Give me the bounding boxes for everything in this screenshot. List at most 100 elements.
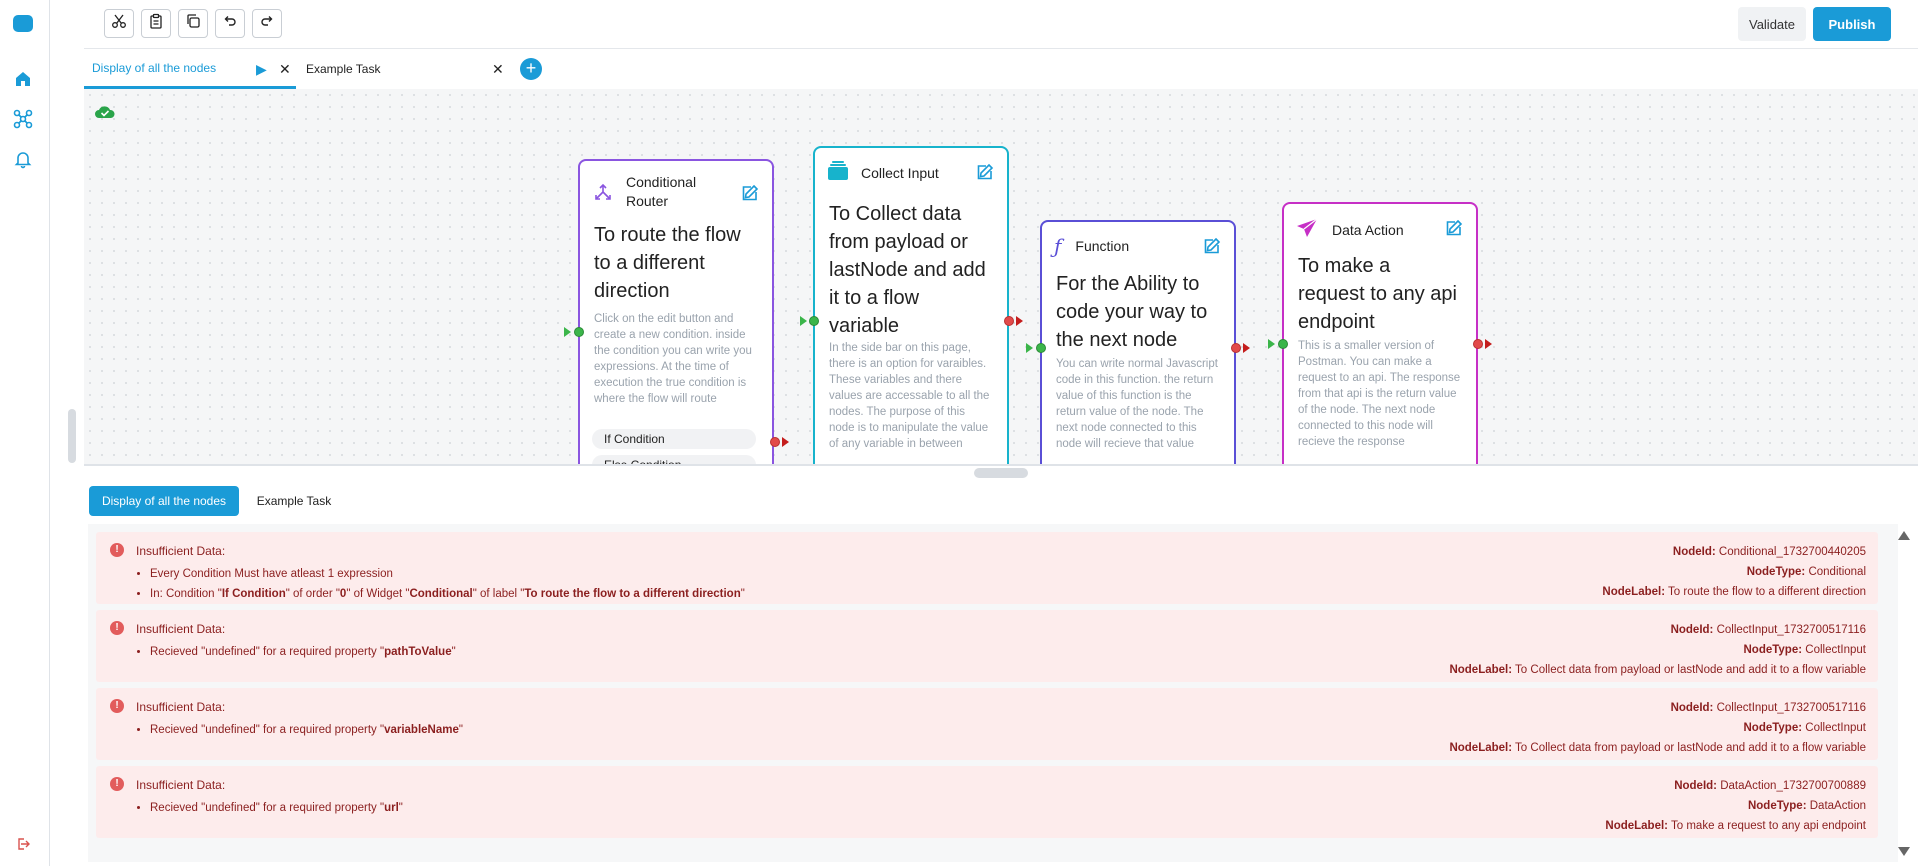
error-item: In: Condition "If Condition" of order "0…: [150, 584, 745, 604]
error-item: Recieved "undefined" for a required prop…: [150, 642, 456, 662]
edit-icon[interactable]: [740, 183, 760, 203]
tab-display-all-nodes[interactable]: Display of all the nodes ▶ ✕: [84, 49, 296, 89]
input-port[interactable]: [1036, 343, 1046, 353]
error-title: Insufficient Data:: [136, 700, 226, 714]
app-logo-icon[interactable]: [13, 15, 33, 32]
sidebar: [0, 0, 50, 866]
node-type: NodeType: CollectInput: [1743, 722, 1866, 734]
flow-tabs: Display of all the nodes ▶ ✕ Example Tas…: [84, 49, 1918, 89]
output-arrow: [782, 437, 789, 447]
error-item: Every Condition Must have atleast 1 expr…: [150, 564, 745, 584]
input-arrow: [1026, 343, 1033, 353]
node-label: NodeLabel: To Collect data from payload …: [1449, 664, 1866, 676]
database-icon: [827, 160, 849, 187]
node-header: Conditional Router: [592, 173, 760, 211]
tab-example-task[interactable]: Example Task ✕: [298, 49, 504, 89]
home-icon[interactable]: [12, 68, 34, 90]
error-list: Recieved "undefined" for a required prop…: [150, 642, 456, 662]
publish-button[interactable]: Publish: [1813, 7, 1891, 41]
node-help-text: Click on the edit button and create a ne…: [594, 313, 752, 405]
flow-canvas[interactable]: Conditional Router To route the flow to …: [84, 89, 1918, 464]
output-arrow: [1016, 316, 1023, 326]
undo-button[interactable]: [215, 9, 245, 38]
error-list: Every Condition Must have atleast 1 expr…: [150, 564, 745, 604]
tab-display-all-nodes[interactable]: Display of all the nodes: [89, 486, 239, 516]
node-description: To route the flow to a different directi…: [594, 224, 741, 302]
node-title: Collect Input: [861, 165, 939, 181]
edit-icon[interactable]: [1444, 218, 1464, 238]
close-icon[interactable]: ✕: [279, 61, 291, 78]
cut-button[interactable]: [104, 9, 134, 38]
node-description: For the Ability to code your way to the …: [1056, 273, 1208, 351]
paste-button[interactable]: [141, 9, 171, 38]
error-icon: !: [110, 543, 124, 557]
input-port[interactable]: [574, 327, 584, 337]
error-item: Recieved "undefined" for a required prop…: [150, 798, 403, 818]
copy-button[interactable]: [178, 9, 208, 38]
error-card: ! Insufficient Data: Recieved "undefined" …: [96, 766, 1878, 838]
error-card: ! Insufficient Data: Recieved "undefined" …: [96, 610, 1878, 682]
node-label: NodeLabel: To make a request to any api …: [1605, 820, 1866, 832]
error-node-meta: NodeId: DataAction_1732700700889 NodeType…: [1605, 776, 1866, 836]
node-title: Function: [1075, 237, 1130, 254]
input-port[interactable]: [809, 316, 819, 326]
node-header: Data Action: [1296, 218, 1464, 243]
node-type: NodeType: Conditional: [1746, 566, 1866, 578]
error-title: Insufficient Data:: [136, 778, 226, 792]
output-port[interactable]: [770, 437, 780, 447]
node-label: NodeLabel: To route the flow to a differ…: [1602, 586, 1866, 598]
panel-splitter[interactable]: [84, 464, 1918, 466]
send-icon: [1296, 218, 1318, 243]
node-conditional-router[interactable]: Conditional Router To route the flow to …: [578, 159, 774, 464]
output-port[interactable]: [1004, 316, 1014, 326]
node-description: To make a request to any api endpoint: [1298, 255, 1457, 333]
scroll-up-arrow-icon[interactable]: [1898, 531, 1910, 540]
node-type: NodeType: CollectInput: [1743, 644, 1866, 656]
close-icon[interactable]: ✕: [492, 61, 504, 78]
condition-item[interactable]: If Condition: [592, 429, 756, 449]
copy-icon: [185, 13, 201, 34]
error-item: Recieved "undefined" for a required prop…: [150, 720, 463, 740]
condition-item[interactable]: Else Condition: [592, 455, 756, 464]
output-port[interactable]: [1473, 339, 1483, 349]
node-function[interactable]: ƒ Function For the Ability to code your …: [1040, 220, 1236, 464]
node-id: NodeId: Conditional_1732700440205: [1672, 546, 1866, 558]
node-type: NodeType: DataAction: [1747, 800, 1866, 812]
panel-resize-handle[interactable]: [974, 468, 1028, 478]
node-description: To Collect data from payload or lastNode…: [829, 203, 986, 337]
output-port[interactable]: [1231, 343, 1241, 353]
error-icon: !: [110, 621, 124, 635]
output-arrow: [1243, 343, 1250, 353]
bell-icon[interactable]: [12, 148, 34, 170]
plus-icon: +: [525, 58, 537, 78]
validation-errors-panel[interactable]: ! Insufficient Data: Every Condition Must …: [88, 524, 1898, 862]
error-title: Insufficient Data:: [136, 622, 226, 636]
node-title: Data Action: [1332, 222, 1404, 238]
play-icon[interactable]: ▶: [256, 61, 267, 78]
node-help-text: You can write normal Javascript code in …: [1056, 358, 1218, 450]
scissors-icon: [111, 13, 127, 34]
input-port[interactable]: [1278, 339, 1288, 349]
error-node-meta: NodeId: CollectInput_1732700517116 NodeTy…: [1449, 698, 1866, 758]
add-tab-button[interactable]: +: [520, 58, 542, 80]
sidebar-resize-handle[interactable]: [68, 409, 76, 463]
cloud-saved-icon: [94, 105, 116, 119]
flow-graph-icon[interactable]: [12, 108, 34, 130]
validation-tabs: Display of all the nodes Example Task: [84, 486, 1918, 520]
undo-icon: [223, 14, 237, 33]
output-arrow: [1485, 339, 1492, 349]
node-collect-input[interactable]: Collect Input To Collect data from paylo…: [813, 146, 1009, 464]
scroll-down-arrow-icon[interactable]: [1898, 847, 1910, 856]
node-data-action[interactable]: Data Action To make a request to any api…: [1282, 202, 1478, 464]
node-help-text: This is a smaller version of Postman. Yo…: [1298, 340, 1461, 448]
redo-icon: [260, 14, 274, 33]
edit-icon[interactable]: [975, 162, 995, 182]
validate-button[interactable]: Validate: [1738, 7, 1806, 41]
tab-example-task[interactable]: Example Task: [244, 486, 344, 516]
node-id: NodeId: DataAction_1732700700889: [1674, 780, 1866, 792]
error-card: ! Insufficient Data: Every Condition Must …: [96, 532, 1878, 604]
logout-icon[interactable]: [12, 833, 34, 855]
node-header: ƒ Function: [1054, 234, 1222, 258]
edit-icon[interactable]: [1202, 236, 1222, 256]
redo-button[interactable]: [252, 9, 282, 38]
